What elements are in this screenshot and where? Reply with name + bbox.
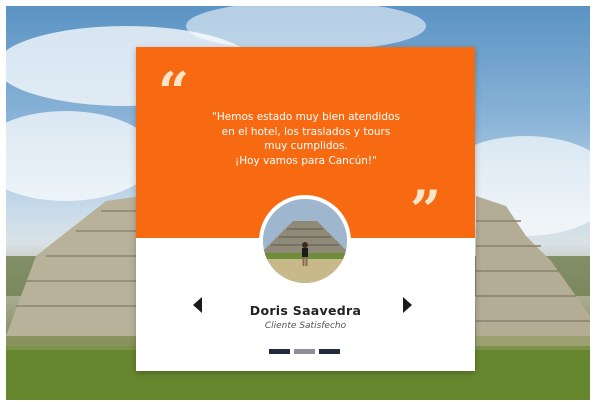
quote-line: en el hotel, los traslados y tours: [221, 125, 391, 138]
carousel-dot-2[interactable]: [294, 349, 315, 354]
quote-line: muy cumplidos.: [264, 140, 348, 152]
quote-line: "Hemos estado muy bien atendidos: [212, 111, 400, 123]
testimonial-card: “ "Hemos estado muy bien atendidos en el…: [136, 47, 475, 371]
close-quote-icon: ”: [410, 178, 442, 242]
carousel-dot-1[interactable]: [269, 349, 290, 354]
carousel-dot-3[interactable]: [319, 349, 340, 354]
author-name: Doris Saavedra: [249, 303, 362, 318]
testimonial-quote: "Hemos estado muy bien atendidos en el h…: [176, 110, 436, 168]
carousel-pagination: [269, 349, 340, 354]
author-avatar: [259, 195, 351, 287]
author-role: Cliente Satisfecho: [264, 321, 347, 331]
quote-line: ¡Hoy vamos para Cancún!": [235, 154, 377, 167]
avatar-photo: [263, 199, 347, 283]
